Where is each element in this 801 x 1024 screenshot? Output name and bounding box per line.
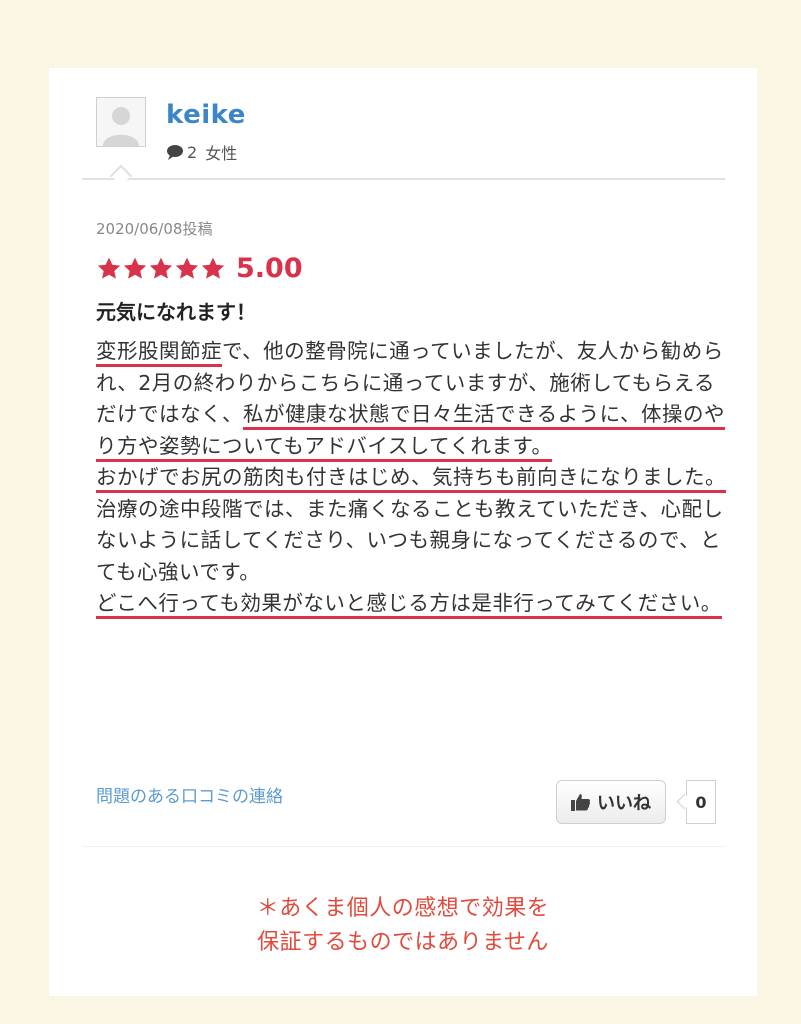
- footer-divider: [82, 846, 725, 847]
- review-title: 元気になれます！: [96, 300, 256, 324]
- review-count: 2: [187, 142, 198, 162]
- review-paragraph: 変形股関節症で、他の整骨院に通っていましたが、友人から勧められ、2月の終わりから…: [96, 336, 726, 462]
- star-rating: [96, 256, 226, 282]
- username[interactable]: keike: [166, 100, 246, 130]
- review-paragraph: おかげでお尻の筋肉も付きはじめ、気持ちも前向きになりました。: [96, 462, 726, 494]
- post-date: 2020/06/08投稿: [96, 220, 213, 238]
- review-card: keike 2 女性 2020/06/08投稿 5.00 元気になれます！ 変形…: [49, 68, 757, 996]
- thumbs-up-icon: [571, 794, 591, 811]
- star-icon: [123, 257, 147, 279]
- like-count-pointer-mask: [687, 792, 691, 812]
- star-icon: [97, 257, 121, 279]
- highlight-underline: おかげでお尻の筋肉も付きはじめ、気持ちも前向きになりました。: [96, 465, 726, 493]
- gender: 女性: [205, 144, 238, 163]
- avatar-placeholder-icon: [97, 98, 145, 146]
- rating: 5.00: [96, 253, 303, 284]
- review-paragraph: どこへ行っても効果がないと感じる方は是非行ってみてください。: [96, 588, 726, 620]
- review-body: 変形股関節症で、他の整骨院に通っていましたが、友人から勧められ、2月の終わりから…: [96, 336, 726, 620]
- star-icon: [175, 257, 199, 279]
- star-icon: [201, 257, 225, 279]
- like-button[interactable]: いいね: [556, 780, 666, 824]
- star-icon: [149, 257, 173, 279]
- disclaimer-line: 保証するものではありません: [257, 930, 549, 955]
- disclaimer: ＊あくま個人の感想で効果を 保証するものではありません: [49, 892, 757, 960]
- report-review-link[interactable]: 問題のある口コミの連絡: [96, 782, 283, 807]
- header-divider: [82, 178, 725, 180]
- rating-score: 5.00: [236, 253, 303, 284]
- comment-bubble-icon: [167, 145, 183, 160]
- like-label: いいね: [597, 793, 651, 814]
- avatar[interactable]: [96, 97, 146, 147]
- user-meta: 2 女性: [166, 140, 237, 164]
- highlight-underline: 変形股関節症: [96, 339, 222, 367]
- review-paragraph: 治療の途中段階では、また痛くなることも教えていただき、心配しないように話してくだ…: [96, 496, 724, 584]
- disclaimer-line: ＊あくま個人の感想で効果を: [256, 896, 550, 921]
- highlight-underline: どこへ行っても効果がないと感じる方は是非行ってみてください。: [96, 591, 722, 619]
